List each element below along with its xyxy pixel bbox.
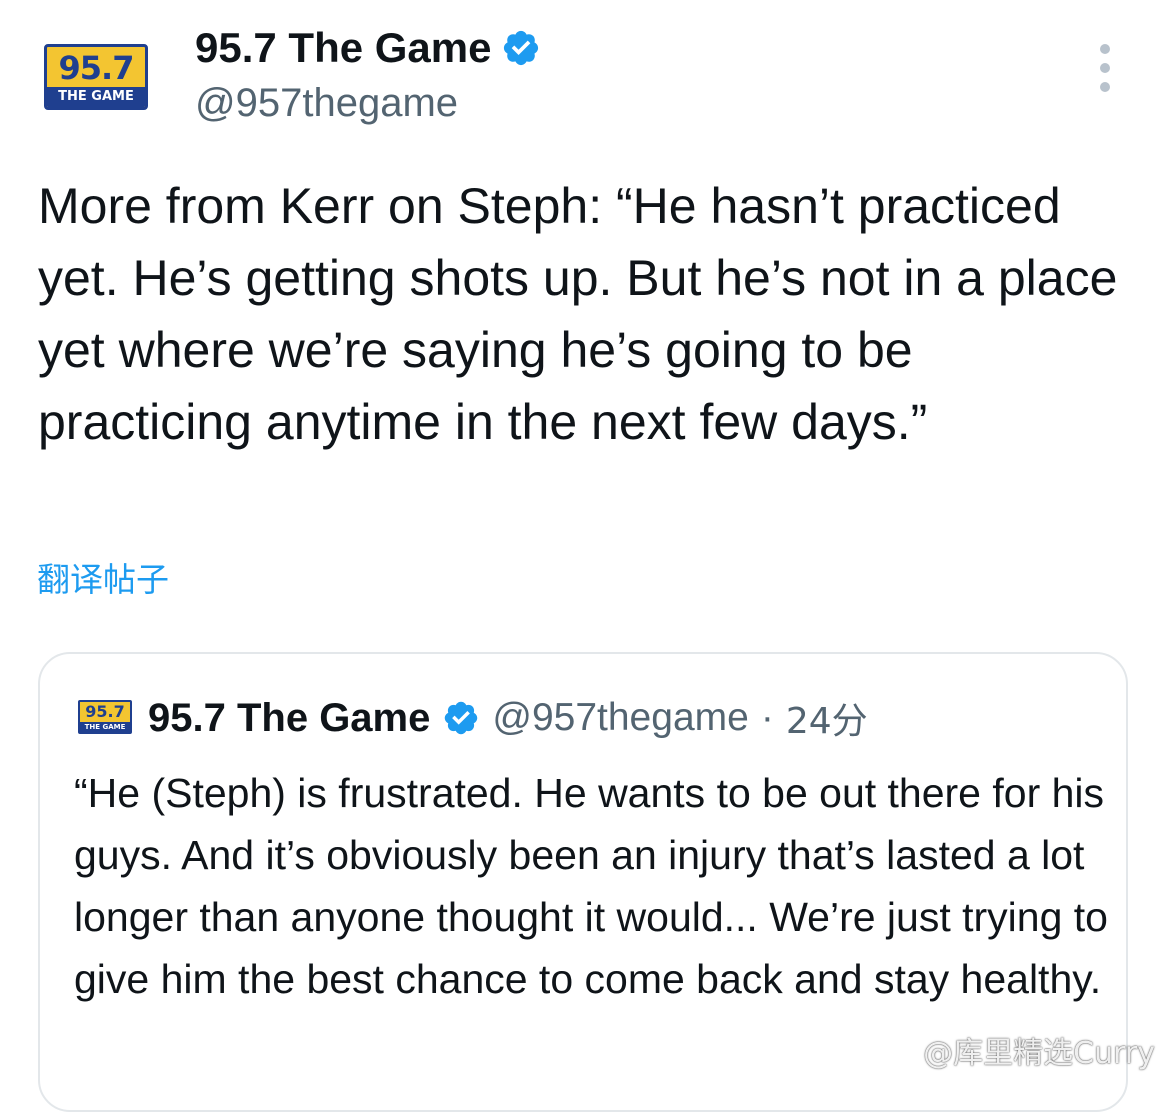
verified-badge-icon <box>504 30 539 66</box>
author-handle[interactable]: @957thegame <box>195 78 458 128</box>
tweet-header: 95.7 THE GAME 95.7 The Game @957thegame <box>0 0 1165 150</box>
avatar-logo-number: 95.7 <box>58 49 135 87</box>
verified-badge-icon <box>445 701 478 735</box>
author-name[interactable]: 95.7 The Game <box>195 22 491 74</box>
quoted-avatar-logo-subtitle: THE GAME <box>80 722 130 732</box>
quoted-tweet-text: “He (Steph) is frustrated. He wants to b… <box>74 770 1108 1002</box>
more-options-icon[interactable] <box>1094 44 1116 92</box>
avatar-logo-subtitle: THE GAME <box>47 87 145 107</box>
more-dot <box>1100 82 1110 92</box>
more-dot <box>1100 63 1110 73</box>
author-name-row[interactable]: 95.7 The Game <box>195 22 541 74</box>
quoted-avatar-logo-number: 95.7 <box>85 702 125 721</box>
quoted-author-avatar[interactable]: 95.7 THE GAME <box>78 700 132 734</box>
weibo-logo-icon <box>884 1039 917 1068</box>
author-avatar[interactable]: 95.7 THE GAME <box>44 44 148 110</box>
quoted-author-name[interactable]: 95.7 The Game <box>148 696 430 741</box>
watermark-text: @库里精选Curry <box>923 1036 1155 1071</box>
quoted-separator: · <box>760 696 774 739</box>
quoted-tweet-header: 95.7 The Game @957thegame · 24分 <box>148 692 868 744</box>
watermark: @库里精选Curry <box>879 1036 1155 1072</box>
quoted-author-handle[interactable]: @957thegame <box>492 696 748 740</box>
translate-post-link[interactable]: 翻译帖子 <box>37 558 169 602</box>
tweet-text: More from Kerr on Steph: “He hasn’t prac… <box>38 178 1118 450</box>
quoted-timestamp[interactable]: 24分 <box>786 692 868 744</box>
more-dot <box>1100 44 1110 54</box>
